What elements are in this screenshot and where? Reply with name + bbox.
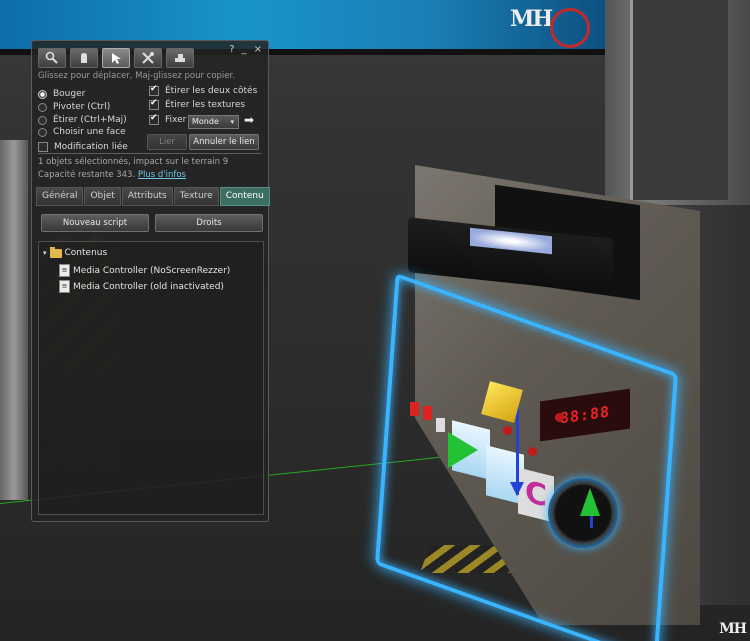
minimize-icon[interactable]: _	[242, 44, 247, 55]
divider	[38, 153, 262, 154]
banner-logo: MH	[510, 6, 553, 32]
new-script-button[interactable]: Nouveau script	[41, 214, 149, 232]
move-icon[interactable]	[70, 48, 98, 68]
unlink-button[interactable]: Annuler le lien	[189, 134, 259, 150]
checkbox-label: Étirer les textures	[165, 100, 246, 110]
inventory-item[interactable]: ≡ Media Controller (NoScreenRezzer)	[59, 264, 230, 277]
land-icon[interactable]	[166, 48, 194, 68]
tab-general[interactable]: Général	[36, 187, 84, 206]
capacity-text: Capacité restante 343.	[38, 170, 136, 180]
left-pillar	[0, 140, 28, 500]
stretch-both-sides-checkbox[interactable]: Étirer les deux côtés	[149, 84, 258, 96]
dropdown-value: Monde	[192, 117, 219, 126]
tab-object[interactable]: Objet	[84, 187, 121, 206]
capacity-info: Capacité restante 343. Plus d'infos	[38, 170, 186, 180]
checkbox[interactable]	[38, 142, 48, 152]
banner-seal	[550, 8, 590, 48]
script-icon: ≡	[59, 264, 70, 277]
close-icon[interactable]: ×	[254, 44, 262, 55]
checkbox-label: Modification liée	[54, 142, 128, 152]
checkbox[interactable]	[149, 84, 159, 96]
checkbox-label: Étirer les deux côtés	[165, 86, 258, 96]
permissions-button[interactable]: Droits	[155, 214, 263, 232]
radio-button[interactable]	[38, 127, 47, 137]
mode-label: Pivoter (Ctrl)	[53, 102, 111, 112]
red-handle-dot[interactable]	[555, 413, 564, 422]
tab-features[interactable]: Attributs	[121, 187, 173, 206]
item-label: Media Controller (old inactivated)	[73, 281, 224, 292]
linked-edit-checkbox[interactable]: Modification liée	[38, 142, 128, 152]
grid-mode-dropdown[interactable]: Monde ▾	[188, 115, 239, 129]
contents-inventory[interactable]: ▾ Contenus ≡ Media Controller (NoScreenR…	[38, 241, 264, 515]
inventory-folder[interactable]: ▾ Contenus	[43, 246, 108, 258]
checkbox[interactable]	[149, 113, 159, 125]
grid-options-arrow-icon[interactable]: ➡	[244, 114, 254, 126]
mode-stretch[interactable]: Étirer (Ctrl+Maj)	[38, 115, 127, 125]
more-info-link[interactable]: Plus d'infos	[138, 170, 186, 180]
red-handle-dot[interactable]	[528, 447, 537, 456]
green-axis-arrow[interactable]	[448, 432, 478, 468]
item-label: Media Controller (NoScreenRezzer)	[73, 265, 231, 276]
create-icon[interactable]	[134, 48, 162, 68]
watermark-logo: MH	[719, 621, 747, 637]
tool-tabs	[38, 48, 194, 68]
edit-tabs: Général Objet Attributs Texture Contenu	[36, 187, 271, 206]
red-handle-dot[interactable]	[503, 426, 512, 435]
drag-hint: Glissez pour déplacer, Maj-glissez pour …	[38, 71, 235, 81]
link-button[interactable]: Lier	[147, 134, 187, 150]
build-floater[interactable]: ? _ × Glissez pour déplacer, Maj-glissez…	[31, 40, 271, 522]
radio-button[interactable]	[38, 89, 47, 99]
folder-label: Contenus	[64, 248, 108, 258]
z-arrow-handle[interactable]	[510, 482, 524, 496]
snap-checkbox[interactable]: Fixer	[149, 113, 187, 125]
focus-icon[interactable]	[38, 48, 66, 68]
selection-info: 1 objets sélectionnés, impact sur le ter…	[38, 157, 229, 167]
background-machine	[605, 0, 750, 210]
green-axis-arrow[interactable]	[580, 488, 600, 516]
checkbox-label: Fixer	[165, 115, 187, 125]
panel-button-red[interactable]	[423, 406, 432, 420]
mode-label: Bouger	[53, 89, 86, 99]
mode-rotate[interactable]: Pivoter (Ctrl)	[38, 102, 110, 112]
help-icon[interactable]: ?	[229, 44, 234, 55]
mode-label: Choisir une face	[53, 127, 126, 137]
tab-content[interactable]: Contenu	[219, 187, 270, 206]
tab-texture[interactable]: Texture	[173, 187, 219, 206]
chevron-down-icon: ▾	[230, 118, 234, 126]
inventory-item[interactable]: ≡ Media Controller (old inactivated)	[59, 280, 224, 293]
panel-button-red[interactable]	[410, 402, 419, 416]
mode-select-face[interactable]: Choisir une face	[38, 127, 126, 137]
checkbox[interactable]	[149, 98, 159, 110]
radio-button[interactable]	[38, 115, 47, 125]
stretch-textures-checkbox[interactable]: Étirer les textures	[149, 98, 246, 110]
script-icon: ≡	[59, 280, 70, 293]
window-controls: ? _ ×	[229, 44, 262, 55]
mode-move[interactable]: Bouger	[38, 89, 85, 99]
mode-label: Étirer (Ctrl+Maj)	[53, 115, 127, 125]
panel-button-white[interactable]	[436, 418, 445, 432]
chevron-down-icon[interactable]: ▾	[43, 249, 47, 257]
edit-icon[interactable]	[102, 48, 130, 68]
radio-button[interactable]	[38, 102, 47, 112]
folder-icon	[49, 246, 62, 258]
